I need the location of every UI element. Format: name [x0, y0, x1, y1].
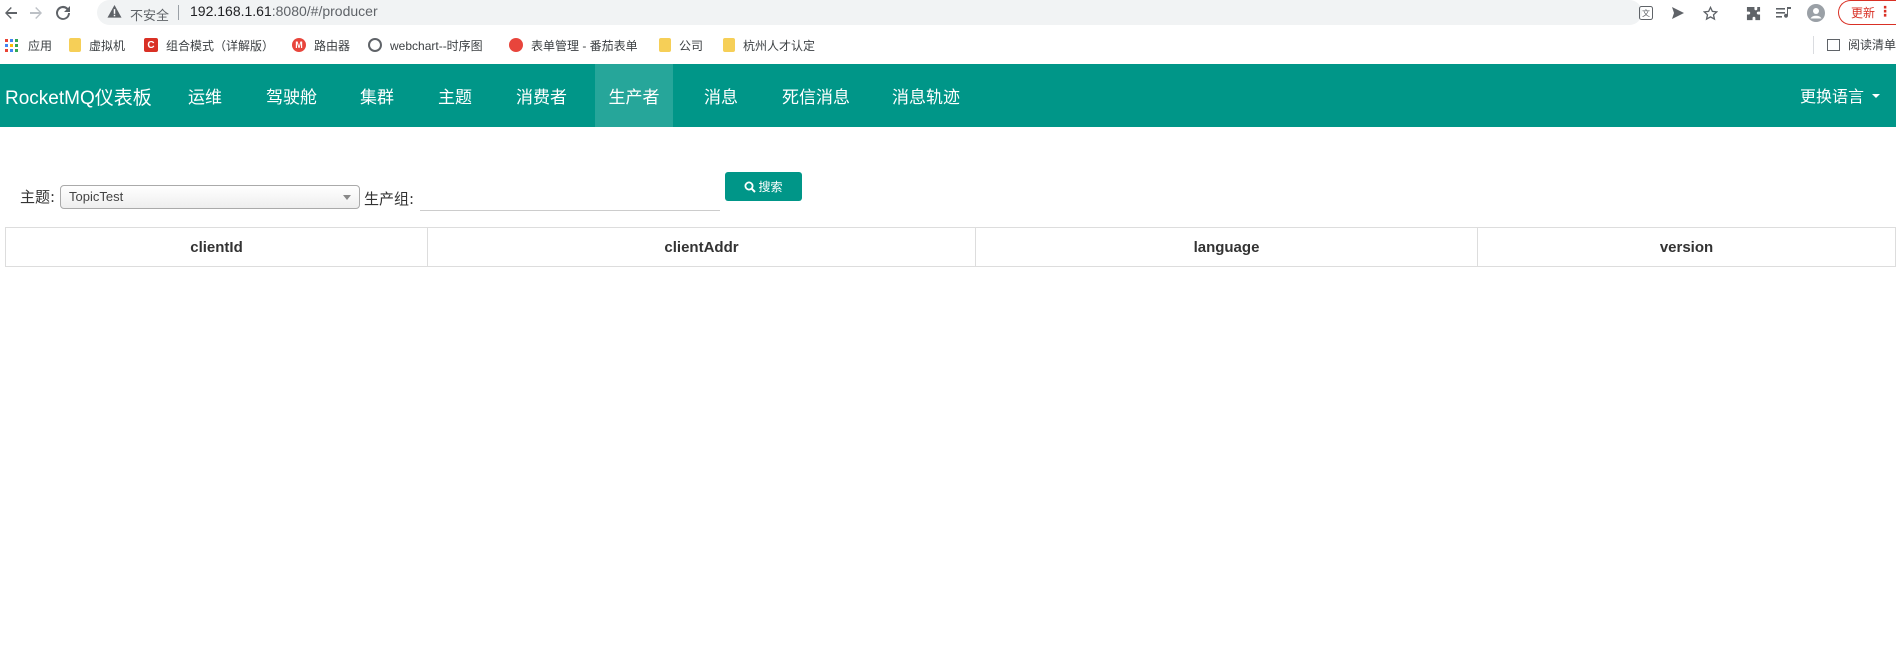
language-switch[interactable]: 更换语言 — [1800, 83, 1880, 107]
apps-grid-icon — [5, 38, 18, 52]
media-control-icon[interactable] — [1774, 3, 1794, 23]
insecure-label[interactable]: 不安全 — [130, 5, 169, 24]
nav-dead-letter[interactable]: 死信消息 — [766, 64, 866, 127]
bookmark-hangzhou-talent[interactable]: 杭州人才认定 — [723, 36, 815, 54]
nav-topic[interactable]: 主题 — [422, 64, 488, 127]
bookmark-tomato-form[interactable]: 表单管理 - 番茄表单 — [509, 36, 638, 54]
folder-icon — [723, 38, 735, 52]
bookmark-label: 公司 — [679, 38, 704, 53]
column-header-language[interactable]: language — [975, 227, 1478, 267]
address-bar[interactable]: 不安全 192.168.1.61:8080/#/producer 文 — [97, 0, 1718, 25]
column-header-clientid[interactable]: clientId — [5, 227, 428, 267]
search-icon — [744, 181, 757, 193]
topic-select[interactable]: TopicTest — [60, 185, 360, 209]
more-vert-icon[interactable]: ⋮ — [1878, 4, 1892, 20]
nav-message-trace[interactable]: 消息轨迹 — [876, 64, 976, 127]
reload-icon[interactable] — [52, 2, 74, 24]
update-button[interactable]: 更新 ⋮ — [1838, 0, 1896, 25]
forward-icon[interactable] — [25, 2, 47, 24]
tomato-icon — [509, 38, 523, 52]
bookmark-webchart[interactable]: webchart--时序图 — [368, 36, 483, 54]
star-icon[interactable] — [1701, 4, 1719, 22]
warning-icon[interactable] — [107, 4, 122, 23]
bookmarks-bar: 应用 虚拟机 C 组合模式（详解版） M 路由器 webchart--时序图 表… — [0, 32, 1896, 58]
update-label: 更新 — [1851, 6, 1876, 20]
bookmark-label: webchart--时序图 — [390, 38, 483, 53]
producer-group-input[interactable] — [420, 184, 720, 211]
folder-icon — [659, 38, 671, 52]
nav-dashboard[interactable]: 驾驶舱 — [250, 64, 333, 127]
bookmark-label: 路由器 — [314, 38, 351, 53]
reading-list-icon — [1826, 38, 1840, 51]
extensions-icon[interactable] — [1743, 3, 1763, 23]
bookmark-apps[interactable]: 应用 — [5, 36, 52, 54]
browser-toolbar: 不安全 192.168.1.61:8080/#/producer 文 更新 ⋮ — [0, 0, 1896, 27]
url-text[interactable]: 192.168.1.61:8080/#/producer — [190, 3, 378, 19]
table-header-row: clientId clientAddr language version — [5, 227, 1896, 267]
bookmark-composite-pattern[interactable]: C 组合模式（详解版） — [144, 36, 274, 54]
bookmark-router[interactable]: M 路由器 — [292, 36, 350, 54]
nav-message[interactable]: 消息 — [688, 64, 754, 127]
globe-icon — [368, 38, 382, 52]
brand-title[interactable]: RocketMQ仪表板 — [5, 83, 152, 110]
back-icon[interactable] — [0, 2, 22, 24]
folder-icon — [69, 38, 81, 52]
bookmark-label: 应用 — [28, 38, 53, 53]
column-header-version[interactable]: version — [1477, 227, 1896, 267]
bookmark-label: 虚拟机 — [89, 38, 126, 53]
search-button-label: 搜索 — [758, 180, 783, 194]
bookmark-label: 组合模式（详解版） — [166, 38, 275, 53]
svg-text:文: 文 — [1642, 8, 1650, 18]
language-switch-label: 更换语言 — [1799, 87, 1864, 106]
omnibox-divider — [178, 5, 179, 20]
producer-group-label: 生产组: — [364, 190, 415, 208]
reading-list-label: 阅读清单 — [1847, 38, 1896, 52]
bookmark-label: 杭州人才认定 — [743, 38, 816, 53]
c-logo-icon: C — [144, 38, 158, 52]
send-icon[interactable] — [1669, 4, 1687, 22]
url-path: :8080/#/producer — [271, 3, 378, 19]
translate-icon[interactable]: 文 — [1637, 4, 1655, 22]
column-header-clientaddr[interactable]: clientAddr — [427, 227, 976, 267]
bookmark-company[interactable]: 公司 — [659, 36, 703, 54]
bookmarks-divider — [1813, 36, 1814, 54]
url-host: 192.168.1.61 — [190, 3, 272, 19]
bookmark-label: 表单管理 - 番茄表单 — [531, 38, 638, 53]
profile-avatar-icon[interactable] — [1806, 3, 1826, 23]
search-button[interactable]: 搜索 — [725, 172, 802, 201]
nav-consumer[interactable]: 消费者 — [500, 64, 583, 127]
nav-ops[interactable]: 运维 — [172, 64, 238, 127]
bookmark-vm[interactable]: 虚拟机 — [69, 36, 125, 54]
producer-table: clientId clientAddr language version — [5, 227, 1896, 267]
chevron-down-icon — [343, 195, 351, 200]
caret-down-icon — [1872, 94, 1880, 98]
topic-select-value: TopicTest — [69, 189, 124, 204]
m-logo-icon: M — [292, 38, 306, 52]
topic-label: 主题: — [20, 188, 56, 206]
app-navbar: RocketMQ仪表板 运维 驾驶舱 集群 主题 消费者 生产者 消息 死信消息… — [0, 64, 1896, 127]
nav-producer[interactable]: 生产者 — [595, 64, 673, 127]
nav-cluster[interactable]: 集群 — [344, 64, 410, 127]
reading-list[interactable]: 阅读清单 — [1826, 36, 1896, 53]
